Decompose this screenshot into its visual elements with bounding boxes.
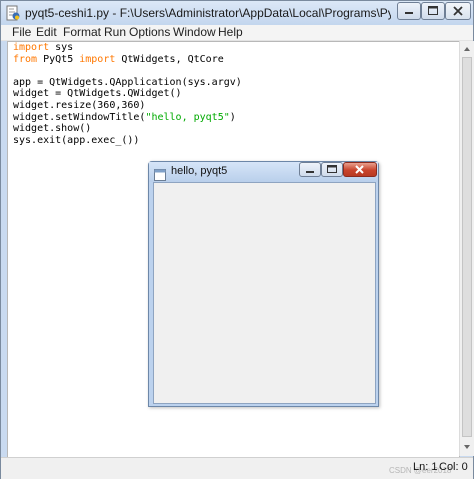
code-line-2: from PyQt5 import QtWidgets, QtCore xyxy=(13,54,242,66)
qt-title-bar[interactable]: hello, pyqt5 xyxy=(149,162,378,182)
maximize-icon xyxy=(428,6,438,15)
code-token: app = QtWidgets.QApplication(sys.argv) xyxy=(13,76,242,88)
menu-edit[interactable]: Edit xyxy=(36,25,57,40)
code-token: widget = QtWidgets.QWidget() xyxy=(13,88,182,100)
code-line-4: app = QtWidgets.QApplication(sys.argv) xyxy=(13,77,242,89)
minimize-button[interactable] xyxy=(397,2,421,20)
status-line: Ln: 1 xyxy=(413,461,438,473)
menu-run[interactable]: Run xyxy=(104,25,126,40)
minimize-icon xyxy=(405,12,413,14)
status-column: Col: 0 xyxy=(439,461,468,473)
menu-format[interactable]: Format xyxy=(63,25,101,40)
code-line-1: import sys xyxy=(13,42,242,54)
window-title: pyqt5-ceshi1.py - F:\Users\Administrator… xyxy=(25,6,391,20)
string-literal: "hello, pyqt5" xyxy=(145,111,230,123)
minimize-icon xyxy=(306,171,314,173)
qt-maximize-button[interactable] xyxy=(321,162,343,177)
code-text: import sys from PyQt5 import QtWidgets, … xyxy=(13,42,242,146)
menu-window[interactable]: Window xyxy=(173,25,216,40)
code-line-5: widget = QtWidgets.QWidget() xyxy=(13,88,242,100)
vertical-scrollbar[interactable] xyxy=(459,41,474,456)
hello-pyqt5-window: hello, pyqt5 xyxy=(148,161,379,407)
menu-bar: File Edit Format Run Options Window Help xyxy=(1,25,473,41)
menu-file[interactable]: File xyxy=(12,25,31,40)
scroll-up-icon[interactable] xyxy=(463,45,471,53)
code-token: QtWidgets, QtCore xyxy=(115,53,224,65)
menu-help[interactable]: Help xyxy=(218,25,243,40)
close-button[interactable] xyxy=(445,2,471,20)
title-bar[interactable]: pyqt5-ceshi1.py - F:\Users\Administrator… xyxy=(1,1,473,25)
scroll-down-icon[interactable] xyxy=(463,443,471,451)
code-token: sys xyxy=(49,42,74,53)
code-token: widget.setWindowTitle( xyxy=(13,111,146,123)
close-icon xyxy=(355,165,364,174)
code-token: widget.show() xyxy=(13,123,92,135)
code-line-9: sys.exit(app.exec_()) xyxy=(13,135,242,147)
code-token: widget.resize(360,360) xyxy=(13,99,146,111)
status-bar: CSDN @eer2018 Ln: 1 Col: 0 xyxy=(1,457,473,479)
scrollbar-thumb[interactable] xyxy=(462,57,472,437)
code-line-6: widget.resize(360,360) xyxy=(13,100,242,112)
qt-minimize-button[interactable] xyxy=(299,162,321,177)
python-file-icon xyxy=(5,5,21,21)
maximize-icon xyxy=(327,165,337,173)
keyword: import xyxy=(79,53,116,65)
code-token: sys.exit(app.exec_()) xyxy=(13,134,140,146)
qt-client-area xyxy=(153,182,376,404)
code-line-7: widget.setWindowTitle("hello, pyqt5") xyxy=(13,112,242,124)
code-token: ) xyxy=(229,111,236,123)
menu-options[interactable]: Options xyxy=(129,25,170,40)
qt-window-icon xyxy=(154,166,166,181)
close-icon xyxy=(453,6,463,16)
maximize-button[interactable] xyxy=(421,2,445,20)
qt-close-button[interactable] xyxy=(343,162,377,177)
keyword: import xyxy=(13,42,50,53)
qt-window-title: hello, pyqt5 xyxy=(171,165,228,177)
keyword: from xyxy=(13,53,38,65)
code-line-8: widget.show() xyxy=(13,123,242,135)
code-token: PyQt5 xyxy=(37,53,80,65)
